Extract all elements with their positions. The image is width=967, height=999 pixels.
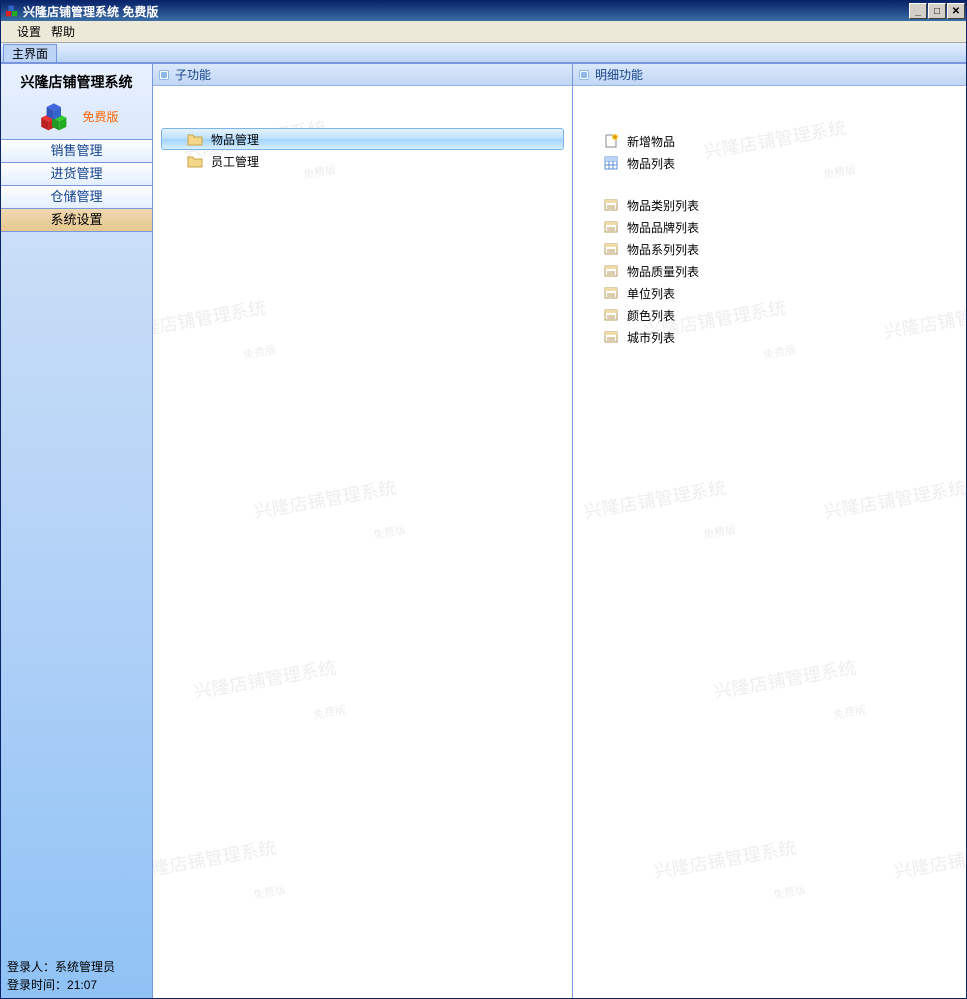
window-title: 兴隆店铺管理系统 免费版: [23, 3, 909, 20]
form-icon: [603, 285, 619, 301]
sidebar-logo-row: 免费版: [1, 96, 152, 140]
sub-item-goods-label: 物品管理: [211, 131, 259, 148]
menubar: 设置 帮助: [1, 21, 966, 43]
sidebar: 兴隆店铺管理系统 免费版 销售管理 进货管理 仓储管理 系统设置 登录人：系统管…: [1, 64, 153, 998]
app-icon: [5, 4, 19, 18]
detail-functions-title: 明细功能: [595, 66, 643, 83]
detail-brand-list[interactable]: 物品品牌列表: [603, 216, 966, 238]
detail-goods-list-label: 物品列表: [627, 155, 675, 172]
sidebar-title: 兴隆店铺管理系统: [1, 64, 152, 96]
detail-quality-list-label: 物品质量列表: [627, 263, 699, 280]
detail-add-goods-label: 新增物品: [627, 133, 675, 150]
form-icon: [603, 263, 619, 279]
sub-item-staff-label: 员工管理: [211, 153, 259, 170]
sub-functions-panel: 子功能 兴隆店铺管理系统 免费版 兴隆店铺管理系统 免费版 兴隆店铺管理系统 免…: [153, 64, 573, 998]
detail-quality-list[interactable]: 物品质量列表: [603, 260, 966, 282]
app-window: 兴隆店铺管理系统 免费版 _ □ ✕ 设置 帮助 主界面 兴隆店铺管理系统 免费…: [0, 0, 967, 999]
status-time-row: 登录时间：21:07: [7, 976, 146, 994]
detail-functions-list: 新增物品 物品列表 物品类别列表: [573, 86, 966, 348]
watermark-layer: 兴隆店铺管理系统 免费版 兴隆店铺管理系统 免费版 兴隆店铺管理系统 免费版 兴…: [153, 86, 572, 998]
detail-series-list[interactable]: 物品系列列表: [603, 238, 966, 260]
folder-icon: [187, 132, 203, 146]
status-user-value: 系统管理员: [55, 960, 115, 974]
nav-sales[interactable]: 销售管理: [1, 139, 152, 163]
detail-group-1: 新增物品 物品列表: [603, 130, 966, 174]
detail-series-list-label: 物品系列列表: [627, 241, 699, 258]
menu-help[interactable]: 帮助: [51, 23, 75, 40]
sub-item-goods[interactable]: 物品管理: [161, 128, 564, 150]
panel-bullet-icon: [579, 70, 589, 80]
detail-category-list-label: 物品类别列表: [627, 197, 699, 214]
detail-city-list-label: 城市列表: [627, 329, 675, 346]
sub-functions-header: 子功能: [153, 64, 572, 86]
detail-functions-header: 明细功能: [573, 64, 966, 86]
nav-settings[interactable]: 系统设置: [1, 208, 152, 232]
status-user-label: 登录人：: [7, 960, 55, 974]
detail-functions-body: 兴隆店铺管理系统 免费版 兴隆店铺管理系统 免费版 兴隆店铺管理系统 兴隆店铺管…: [573, 86, 966, 998]
detail-unit-list-label: 单位列表: [627, 285, 675, 302]
cubes-icon: [34, 98, 70, 134]
maximize-button[interactable]: □: [928, 3, 946, 19]
status-user-row: 登录人：系统管理员: [7, 958, 146, 976]
window-buttons: _ □ ✕: [909, 1, 966, 21]
tab-main[interactable]: 主界面: [3, 44, 57, 62]
detail-city-list[interactable]: 城市列表: [603, 326, 966, 348]
nav-purchase[interactable]: 进货管理: [1, 162, 152, 186]
sub-functions-body: 兴隆店铺管理系统 免费版 兴隆店铺管理系统 免费版 兴隆店铺管理系统 免费版 兴…: [153, 86, 572, 998]
nav-storage[interactable]: 仓储管理: [1, 185, 152, 209]
sub-functions-list: 物品管理 员工管理: [153, 86, 572, 172]
sidebar-status: 登录人：系统管理员 登录时间：21:07: [1, 954, 152, 998]
table-icon: [603, 155, 619, 171]
detail-group-2: 物品类别列表 物品品牌列表 物品系列列表 物品质量列表: [603, 194, 966, 348]
close-button[interactable]: ✕: [947, 3, 965, 19]
detail-unit-list[interactable]: 单位列表: [603, 282, 966, 304]
detail-brand-list-label: 物品品牌列表: [627, 219, 699, 236]
detail-goods-list[interactable]: 物品列表: [603, 152, 966, 174]
menu-settings[interactable]: 设置: [17, 23, 41, 40]
form-icon: [603, 329, 619, 345]
status-time-value: 21:07: [67, 978, 97, 992]
detail-color-list[interactable]: 颜色列表: [603, 304, 966, 326]
titlebar: 兴隆店铺管理系统 免费版 _ □ ✕: [1, 1, 966, 21]
sub-functions-title: 子功能: [175, 66, 211, 83]
form-icon: [603, 197, 619, 213]
detail-functions-panel: 明细功能 兴隆店铺管理系统 免费版 兴隆店铺管理系统 免费版 兴隆店铺管理系统 …: [573, 64, 966, 998]
detail-color-list-label: 颜色列表: [627, 307, 675, 324]
sidebar-content-area: [1, 232, 152, 954]
form-icon: [603, 307, 619, 323]
tabstrip: 主界面: [1, 43, 966, 63]
form-icon: [603, 219, 619, 235]
main-area: 兴隆店铺管理系统 免费版 销售管理 进货管理 仓储管理 系统设置 登录人：系统管…: [1, 63, 966, 998]
panel-bullet-icon: [159, 70, 169, 80]
detail-add-goods[interactable]: 新增物品: [603, 130, 966, 152]
minimize-button[interactable]: _: [909, 3, 927, 19]
folder-icon: [187, 154, 203, 168]
detail-category-list[interactable]: 物品类别列表: [603, 194, 966, 216]
sub-item-staff[interactable]: 员工管理: [161, 150, 564, 172]
free-version-label: 免费版: [82, 108, 118, 125]
status-time-label: 登录时间：: [7, 978, 67, 992]
new-document-icon: [603, 133, 619, 149]
form-icon: [603, 241, 619, 257]
